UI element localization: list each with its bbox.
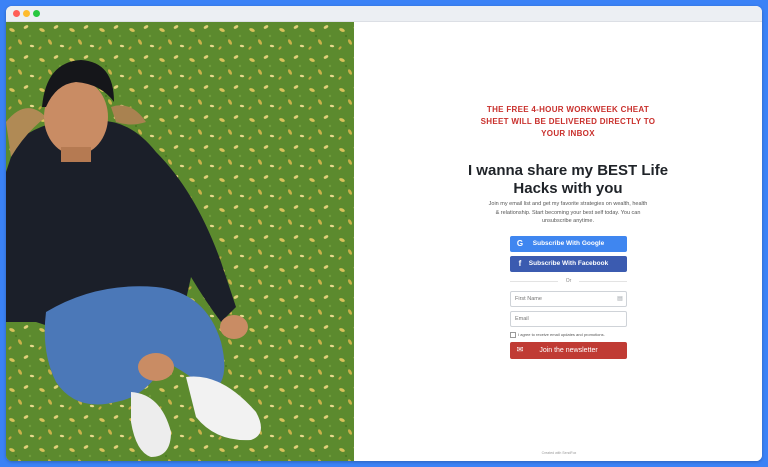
facebook-icon: f (518, 259, 522, 268)
google-icon: G (516, 239, 524, 248)
page-headline: I wanna share my BEST Life Hacks with yo… (467, 162, 669, 197)
subscribe-google-button[interactable]: G Subscribe With Google (510, 236, 627, 252)
or-divider: Or (510, 276, 627, 286)
window-titlebar (6, 6, 762, 22)
envelope-icon: ✉ (516, 345, 524, 354)
subscribe-google-label: Subscribe With Google (532, 240, 605, 247)
footer-branding[interactable]: Created with SendFox (524, 450, 594, 456)
maximize-window-button[interactable] (33, 10, 40, 17)
join-newsletter-label: Join the newsletter (539, 347, 598, 354)
contact-card-icon: ▤ (617, 296, 623, 302)
page-subtext: Join my email list and get my favorite s… (488, 201, 648, 224)
browser-window: THE FREE 4-HOUR WORKWEEK CHEAT SHEET WIL… (6, 6, 762, 461)
person-photo-illustration (6, 22, 354, 461)
minimize-window-button[interactable] (23, 10, 30, 17)
close-window-button[interactable] (13, 10, 20, 17)
join-newsletter-button[interactable]: ✉ Join the newsletter (510, 342, 627, 359)
first-name-input[interactable] (510, 291, 627, 307)
divider-line-right (579, 281, 627, 282)
subscribe-facebook-label: Subscribe With Facebook (528, 260, 609, 267)
email-input[interactable] (510, 311, 627, 327)
consent-label: I agree to receive email updates and pro… (518, 332, 605, 337)
subscribe-facebook-button[interactable]: f Subscribe With Facebook (510, 256, 627, 272)
consent-row: I agree to receive email updates and pro… (510, 331, 640, 339)
offer-tagline: THE FREE 4-HOUR WORKWEEK CHEAT SHEET WIL… (480, 105, 656, 138)
divider-line-left (510, 281, 558, 282)
signup-panel: THE FREE 4-HOUR WORKWEEK CHEAT SHEET WIL… (354, 22, 762, 461)
or-label: Or (565, 278, 572, 284)
consent-checkbox[interactable] (510, 332, 516, 338)
hero-photo (6, 22, 354, 461)
